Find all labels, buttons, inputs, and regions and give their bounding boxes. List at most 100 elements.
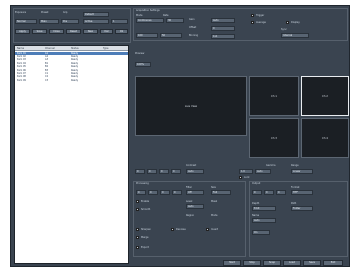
rate-field[interactable]: 30	[166, 18, 184, 23]
position-field[interactable]: Pos	[61, 19, 79, 24]
filter-select[interactable]: Off	[186, 190, 204, 195]
column-type-header[interactable]: Type	[103, 47, 109, 50]
average-checkbox[interactable]	[251, 21, 254, 24]
level-select[interactable]: Auto	[186, 204, 204, 209]
sync-select[interactable]: Internal	[281, 33, 309, 38]
ok-button[interactable]: Ok	[115, 29, 128, 34]
mode-label: Mode	[136, 14, 143, 17]
mid-field-2[interactable]: 0	[147, 169, 157, 174]
range-label: Range	[291, 164, 299, 167]
quad-viewport-4[interactable]: Ch 4	[301, 118, 349, 158]
proc-field-1[interactable]: 0	[136, 190, 146, 195]
size-select[interactable]: Full	[211, 190, 231, 195]
proc-field-4[interactable]: 0	[172, 190, 182, 195]
quad-viewport-3[interactable]: Ch 3	[249, 118, 299, 158]
gamma-label: Gamma	[266, 164, 276, 167]
display-checkbox[interactable]	[286, 21, 289, 24]
contrast-select[interactable]: Auto	[186, 169, 204, 174]
contrast-label: Contrast	[186, 164, 197, 167]
average-label: Average	[256, 21, 266, 24]
smooth-label: Smooth	[141, 208, 151, 211]
index-field[interactable]: 1	[111, 19, 128, 24]
mid-field-4[interactable]: 0	[171, 169, 181, 174]
gain-label: Gain	[189, 18, 195, 21]
exit-button[interactable]: Exit	[323, 260, 343, 266]
path-field[interactable]: Folder	[291, 206, 313, 211]
out-field-2[interactable]: 0	[264, 190, 274, 195]
quad-viewport-1[interactable]: Ch 1	[249, 76, 299, 116]
load-button[interactable]: Load	[283, 260, 301, 266]
gain-select[interactable]: Auto	[211, 18, 235, 23]
apply-button[interactable]: Apply	[15, 29, 30, 34]
sharpen-label: Sharpen	[141, 228, 151, 231]
list-item-status: Ready	[71, 78, 79, 82]
level-label: Level	[186, 200, 193, 203]
enable-checkbox[interactable]	[136, 200, 139, 203]
delete-button[interactable]: Del	[100, 29, 113, 34]
close-button[interactable]: Close	[49, 29, 64, 34]
column-name-header[interactable]: Name	[17, 47, 24, 50]
output-toggle[interactable]: On	[252, 230, 270, 235]
gamma-field[interactable]: 1.0	[239, 169, 253, 174]
zoom-field[interactable]: 100%	[135, 62, 151, 67]
output-title: Output	[252, 182, 261, 185]
exposure-field[interactable]: Default	[83, 12, 109, 17]
settings-title: Acquisition Settings	[136, 9, 160, 12]
range-select[interactable]: Auto	[255, 169, 271, 174]
stop-button[interactable]: Stop	[243, 260, 261, 266]
column-status-header[interactable]: Status	[71, 47, 79, 50]
reset-button[interactable]: Reset	[66, 29, 81, 34]
name-label: Name	[252, 214, 260, 217]
list-header: Name Channel Status Type	[15, 46, 128, 51]
preset-select[interactable]: Normal	[15, 19, 37, 24]
name-select[interactable]: Auto	[252, 218, 276, 223]
offset-label: Offset	[189, 26, 197, 29]
sharpen-checkbox[interactable]	[136, 228, 139, 231]
rate-label: Rate	[163, 14, 169, 17]
out-field-1[interactable]: 0	[252, 190, 262, 195]
export-checkbox[interactable]	[136, 246, 139, 249]
trigger-checkbox[interactable]	[251, 14, 254, 17]
save-output-button[interactable]: Save	[303, 260, 321, 266]
merge-checkbox[interactable]	[136, 236, 139, 239]
merge-label: Merge	[141, 236, 149, 239]
mask-label: Mask	[211, 200, 218, 203]
proc-field-2[interactable]: 0	[148, 190, 158, 195]
quad-viewport-2[interactable]: Ch 2	[301, 76, 349, 116]
path-label: Path	[291, 202, 297, 205]
lock-checkbox[interactable]	[239, 176, 242, 179]
group-label: Grp	[63, 11, 68, 14]
processing-title: Processing	[136, 182, 149, 185]
binning-select[interactable]: 1x1	[211, 34, 235, 39]
depth-select[interactable]: 8 bit	[252, 206, 276, 211]
item-list[interactable]: Name Channel Status Type Item 01 A1 Ready I…	[14, 45, 129, 264]
state-field[interactable]: Active	[83, 19, 109, 24]
curve-select[interactable]: Linear	[291, 169, 313, 174]
invert-checkbox[interactable]	[206, 228, 209, 231]
out-field-3[interactable]: 0	[276, 190, 286, 195]
mid-field-3[interactable]: 0	[159, 169, 169, 174]
list-item[interactable]: Item 09 C3 Ready	[15, 79, 128, 82]
level-low-field[interactable]: 50	[160, 33, 182, 38]
offset-field[interactable]: 0	[211, 26, 235, 31]
mid-field-1[interactable]: 0	[135, 169, 145, 174]
depth-label: Depth	[252, 202, 260, 205]
denoise-checkbox[interactable]	[171, 228, 174, 231]
format-select[interactable]: TIFF	[291, 190, 313, 195]
mode-label-bottom: Mode	[211, 214, 218, 217]
save-button[interactable]: Save	[32, 29, 47, 34]
new-button[interactable]: New	[83, 29, 98, 34]
preview-title: Preview	[135, 52, 145, 55]
start-button[interactable]: Start	[223, 260, 241, 266]
column-channel-header[interactable]: Channel	[45, 47, 55, 50]
smooth-checkbox[interactable]	[136, 208, 139, 211]
snap-button[interactable]: Snap	[263, 260, 281, 266]
group-select[interactable]: Main	[39, 19, 59, 24]
binning-label: Binning	[189, 34, 199, 37]
main-viewport[interactable]: Live View	[135, 76, 247, 136]
mode-select[interactable]: Continuous	[136, 18, 164, 23]
proc-field-3[interactable]: 0	[160, 190, 170, 195]
filter-label: Filter	[186, 186, 192, 189]
top-control-panel	[13, 8, 131, 43]
level-high-field[interactable]: 100	[136, 33, 158, 38]
